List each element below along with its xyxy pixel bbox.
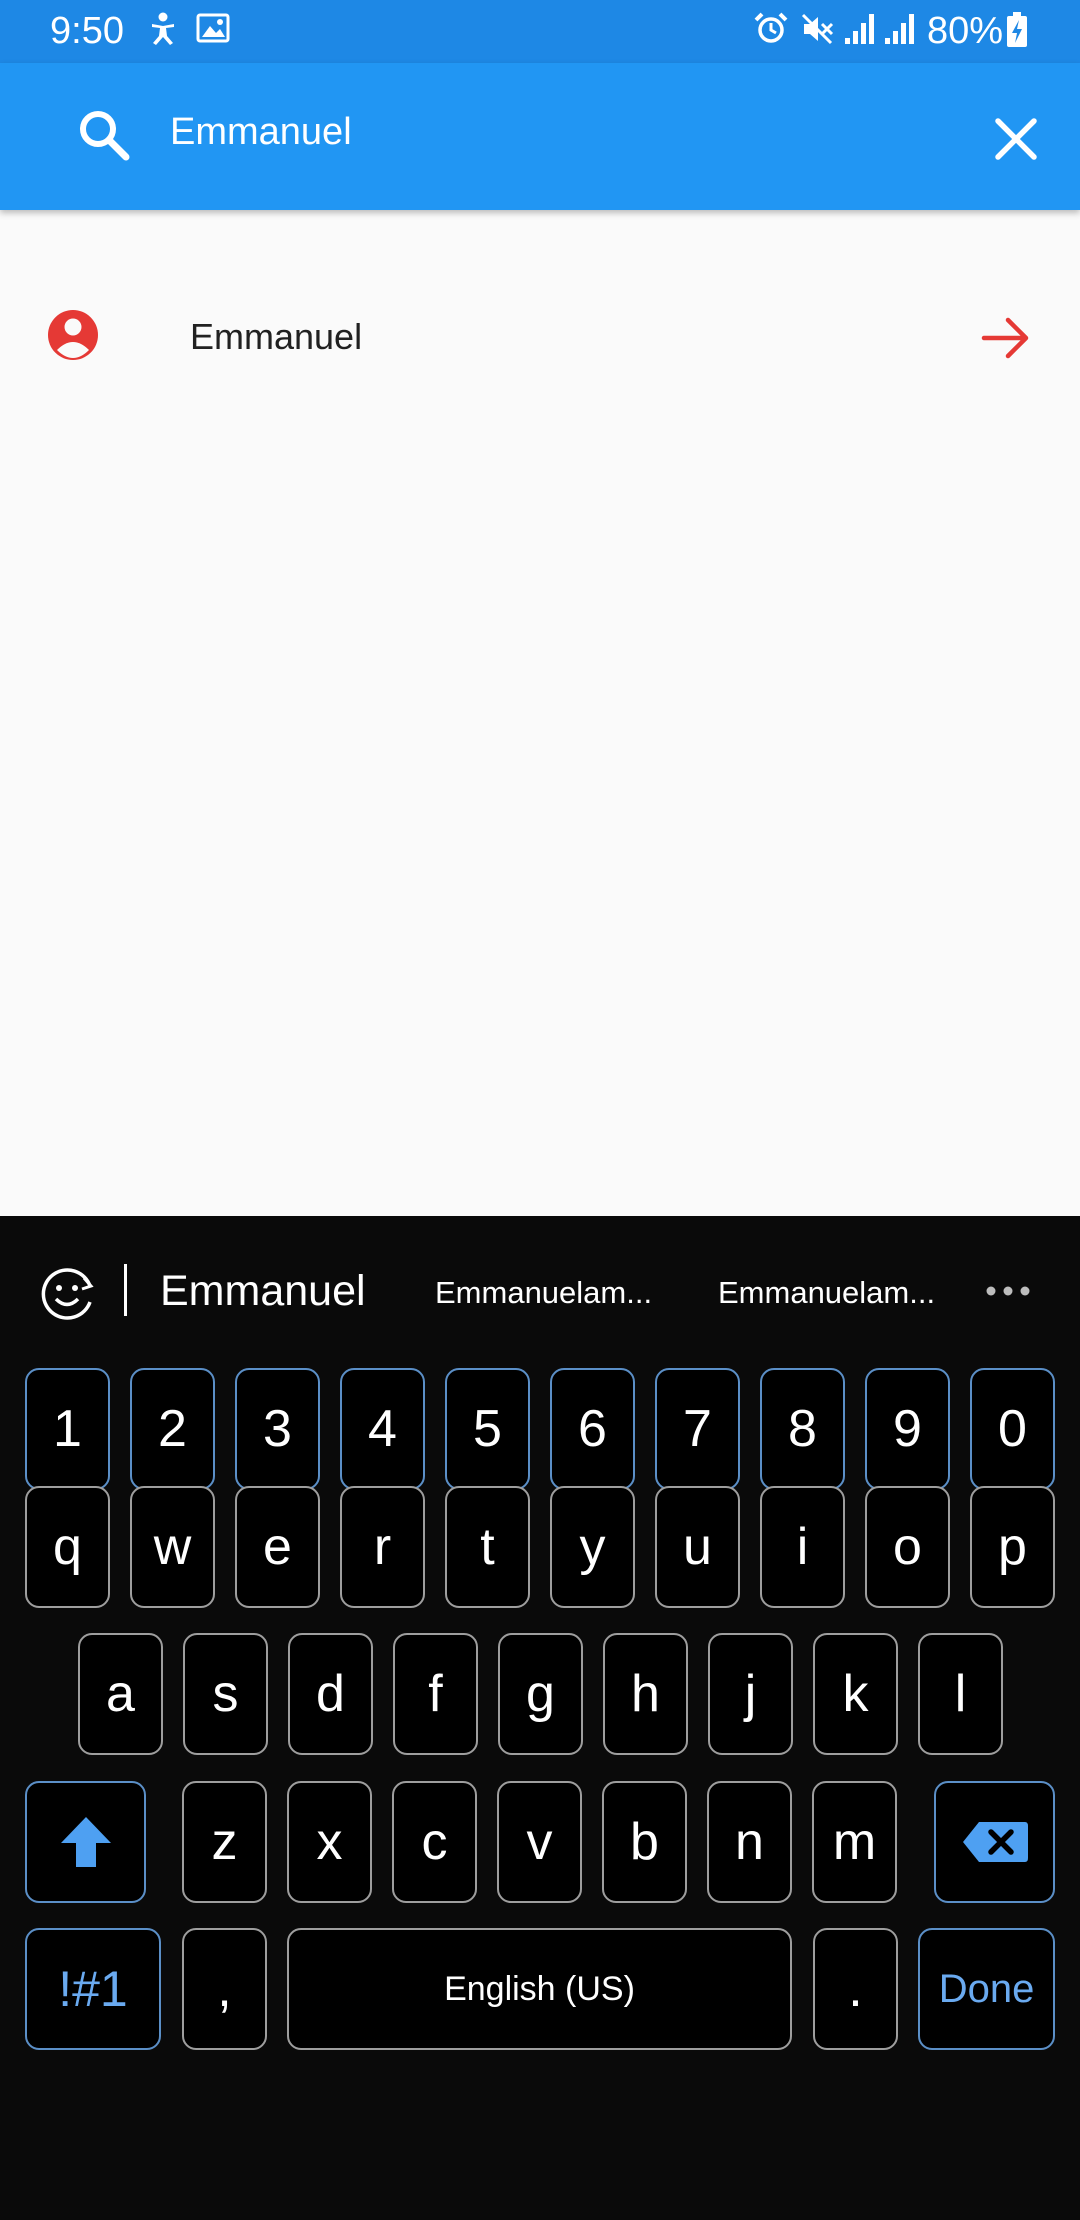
letter-key-c[interactable]: c [392, 1781, 477, 1903]
letter-key-z[interactable]: z [182, 1781, 267, 1903]
letter-key-i[interactable]: i [760, 1486, 845, 1608]
letter-key-m[interactable]: m [812, 1781, 897, 1903]
number-key-3[interactable]: 3 [235, 1368, 320, 1490]
letter-key-w[interactable]: w [130, 1486, 215, 1608]
symbols-key[interactable]: !#1 [25, 1928, 161, 2050]
letter-key-h[interactable]: h [603, 1633, 688, 1755]
letter-key-p[interactable]: p [970, 1486, 1055, 1608]
person-icon [48, 310, 98, 360]
letter-key-s[interactable]: s [183, 1633, 268, 1755]
period-key[interactable]: . [813, 1928, 898, 2050]
letter-key-u[interactable]: u [655, 1486, 740, 1608]
letter-key-a[interactable]: a [78, 1633, 163, 1755]
accessibility-icon [152, 12, 174, 45]
letter-key-r[interactable]: r [340, 1486, 425, 1608]
comma-key[interactable]: , [182, 1928, 267, 2050]
number-key-0[interactable]: 0 [970, 1368, 1055, 1490]
shift-key[interactable] [25, 1781, 146, 1903]
search-icon [80, 111, 130, 161]
done-key[interactable]: Done [918, 1928, 1055, 2050]
letter-key-q[interactable]: q [25, 1486, 110, 1608]
number-key-6[interactable]: 6 [550, 1368, 635, 1490]
letter-key-y[interactable]: y [550, 1486, 635, 1608]
backspace-key[interactable] [934, 1781, 1055, 1903]
letter-key-k[interactable]: k [813, 1633, 898, 1755]
battery-percent: 80% [927, 10, 1004, 52]
battery-icon [1007, 12, 1027, 47]
number-key-8[interactable]: 8 [760, 1368, 845, 1490]
number-key-9[interactable]: 9 [865, 1368, 950, 1490]
letter-key-o[interactable]: o [865, 1486, 950, 1608]
search-result-item[interactable]: Emmanuel [0, 270, 1080, 400]
letter-key-f[interactable]: f [393, 1633, 478, 1755]
number-key-2[interactable]: 2 [130, 1368, 215, 1490]
close-icon[interactable] [988, 111, 1044, 167]
signal-icon [885, 14, 914, 44]
key-area: 1234567890 qwertyuiop asdfghjkl zxcvbnm [0, 1216, 1080, 2220]
search-app-bar [0, 63, 1080, 210]
result-label: Emmanuel [190, 316, 363, 357]
status-bar: 9:50 80% [0, 0, 1080, 63]
letter-key-v[interactable]: v [497, 1781, 582, 1903]
search-input[interactable] [168, 101, 972, 163]
letter-key-d[interactable]: d [288, 1633, 373, 1755]
letter-key-x[interactable]: x [287, 1781, 372, 1903]
letter-key-l[interactable]: l [918, 1633, 1003, 1755]
letter-key-b[interactable]: b [602, 1781, 687, 1903]
signal-icon [845, 14, 874, 44]
status-time: 9:50 [50, 10, 124, 52]
image-icon [196, 13, 230, 43]
number-key-5[interactable]: 5 [445, 1368, 530, 1490]
letter-key-t[interactable]: t [445, 1486, 530, 1608]
arrow-right-icon[interactable] [980, 312, 1032, 364]
alarm-icon [754, 12, 788, 43]
shift-arrow-icon [60, 1817, 111, 1867]
backspace-icon [962, 1822, 1028, 1862]
letter-key-n[interactable]: n [707, 1781, 792, 1903]
letter-key-j[interactable]: j [708, 1633, 793, 1755]
number-key-7[interactable]: 7 [655, 1368, 740, 1490]
letter-key-g[interactable]: g [498, 1633, 583, 1755]
number-key-1[interactable]: 1 [25, 1368, 110, 1490]
number-key-4[interactable]: 4 [340, 1368, 425, 1490]
space-key[interactable]: English (US) [287, 1928, 792, 2050]
mute-icon [801, 13, 834, 45]
letter-key-e[interactable]: e [235, 1486, 320, 1608]
keyboard: Emmanuel Emmanuelam... Emmanuelam... 123… [0, 1216, 1080, 2220]
